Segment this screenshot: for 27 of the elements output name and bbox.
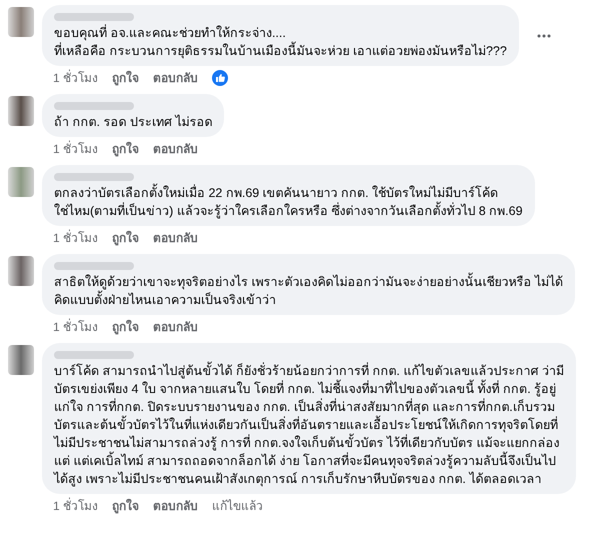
reply-link[interactable]: ตอบกลับ (153, 229, 198, 247)
like-link[interactable]: ถูกใจ (112, 229, 140, 247)
avatar[interactable] (8, 256, 34, 286)
comment-text: บาร์โค้ด สามารถนำไปสู่ต้นขั้วได้ ก็ยังชั่วร้ายน้อยกว่าการที่ กกต. แก้ไขตัวเลขแล้วประกาศ ว่ามี บัตรเขย่งเพียง 4 ใบ จากหลายแสนใบ โดยที่ กกต. ไม่ชี้แจงที่มาที่ไปของตัวเลขนี้ ทั้งที่ กกต. รู้อยู่ แก่ใจ การที่กกต. ปิดระบบรายงานของ กกต. เป็นสิ่งที่น่าสงสัยมากที่สุด และการที่กกต.เก็บรวม บัตรและต้นขั้วบัตรไว้ในที่แห่งเดียวกันเป็นสิ่งที่อันตรายและเอื้อประโยชน์ให้เกิดการทุจริตโดยที่ ไม่มีประชาชนไม่สามารถล่วงรู้ การที่ กกต.จงใจเก็บต้นขั้วบัตร ไว้ที่เดียวกับบัตร แม้จะแยกกล่อง แต่ แต่เคเบิ้ลไทม์ สามารถถอดจากล็อกได้ ง่าย โอกาสที่จะมีคนทุจจริตล่วงรู้ความลับนี้จึงเป็นไป ได้สูง เพราะไม่มีประชาชนคนเฝ้าสังเกตุการณ์ การเก็บรักษาหีบบัตรของ กกต. ได้ตลอดเวลา (54, 362, 564, 488)
timestamp[interactable]: 1 ชั่วโมง (53, 69, 98, 87)
comment-text: สาธิตให้ดูด้วยว่าเขาจะทุจริตอย่างไร เพราะตัวเองคิดไม่ออกว่ามันจะง่ายอย่างนั้นเชียวหรือ ไม่ได้ คิดแบบตั้งฝ่ายไหนเอาความเป็นจริงเข้าว่า (54, 273, 563, 309)
timestamp[interactable]: 1 ชั่วโมง (53, 140, 98, 158)
reply-link[interactable]: ตอบกลับ (153, 318, 198, 336)
like-link[interactable]: ถูกใจ (112, 140, 140, 158)
reply-link[interactable]: ตอบกลับ (153, 69, 198, 87)
comment-text: ถ้า กกต. รอด ประเทศ ไม่รอด (54, 114, 212, 131)
reply-link[interactable]: ตอบกลับ (153, 140, 198, 158)
avatar[interactable] (8, 7, 34, 37)
avatar[interactable] (8, 345, 34, 375)
thumbs-up-icon[interactable] (212, 70, 228, 86)
timestamp[interactable]: 1 ชั่วโมง (53, 229, 98, 247)
like-link[interactable]: ถูกใจ (112, 497, 140, 515)
timestamp[interactable]: 1 ชั่วโมง (53, 497, 98, 515)
comment-text: ขอบคุณที่ อจ.และคณะช่วยทำให้กระจ่าง.... ที่เหลือคือ กระบวนการยุติธรรมในบ้านเมืองนี้มันจะห่วย เอาแต่อวยพ่องมันหรือไม่??? (54, 24, 507, 60)
reply-link[interactable]: ตอบกลับ (153, 497, 198, 515)
like-link[interactable]: ถูกใจ (112, 69, 140, 87)
edited-label: แก้ไขแล้ว (212, 498, 264, 515)
timestamp[interactable]: 1 ชั่วโมง (53, 318, 98, 336)
avatar[interactable] (8, 96, 34, 126)
more-options-icon[interactable] (536, 34, 551, 38)
comment-text: ตกลงว่าบัตรเลือกตั้งใหม่เมื่อ 22 กพ.69 เขตคันนายาว กกต. ใช้บัตรใหม่ไม่มีบาร์โค้ด ใช่ไหม(ตามที่เป็นข่าว) แล้วจะรู้ว่าใครเลือกใครหรือ ซึ่งต่างจากวันเลือกตั้งทั่วไป 8 กพ.69 (54, 184, 523, 220)
like-link[interactable]: ถูกใจ (112, 318, 140, 336)
